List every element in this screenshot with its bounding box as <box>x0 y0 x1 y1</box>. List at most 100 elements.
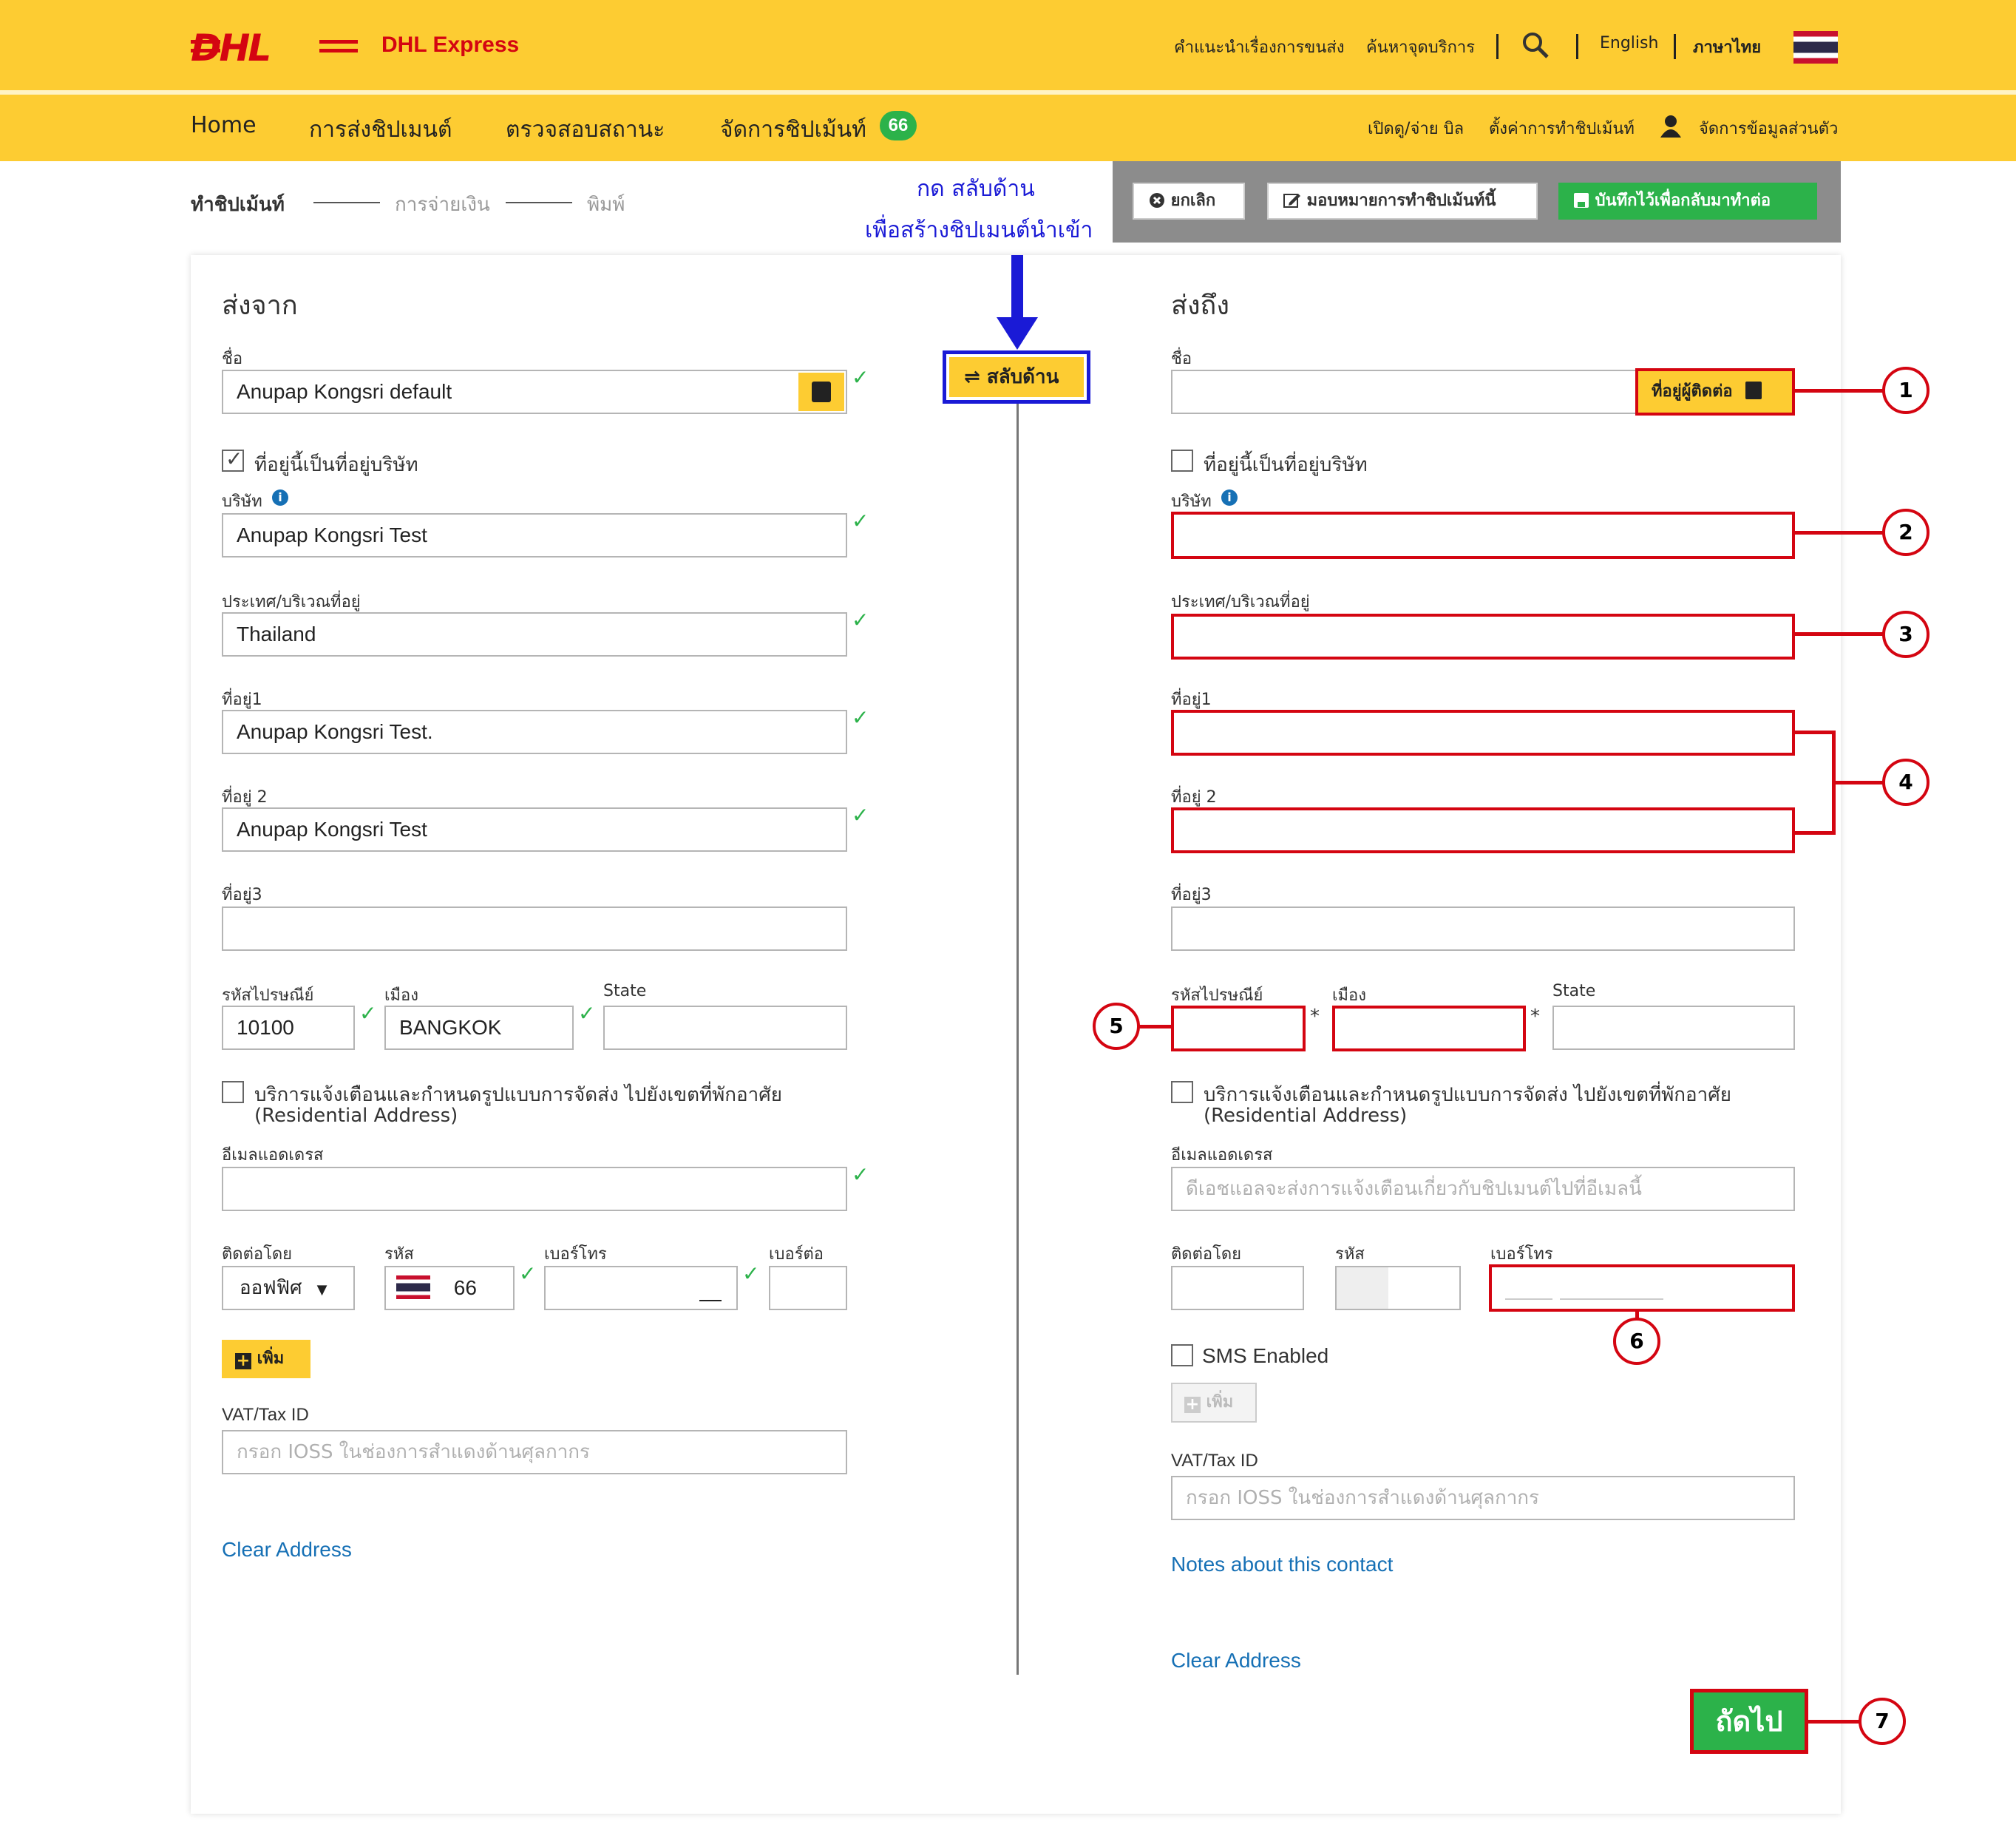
step-print: พิมพ์ <box>587 194 625 216</box>
nav-track[interactable]: ตรวจสอบสถานะ <box>506 112 665 147</box>
from-phone-input[interactable] <box>544 1266 738 1310</box>
from-add-phone-button[interactable]: + เพิ่ม <box>222 1340 310 1378</box>
to-vat-label: VAT/Tax ID <box>1171 1451 1258 1471</box>
valid-check-icon: ✓ <box>578 1001 596 1026</box>
to-clear-address-link[interactable]: Clear Address <box>1171 1649 1301 1673</box>
language-english[interactable]: English <box>1600 34 1658 52</box>
to-add-phone-button[interactable]: + เพิ่ม <box>1171 1383 1257 1423</box>
contact-card-icon <box>812 382 831 402</box>
nav-shipping-settings[interactable]: ตั้งค่าการทำชิปเม้นท์ <box>1489 115 1635 141</box>
edit-icon <box>1283 194 1300 208</box>
nav-view-pay-bill[interactable]: เปิดดู/จ่าย บิล <box>1368 115 1464 141</box>
from-name-input[interactable]: Anupap Kongsri default <box>222 370 847 414</box>
nav-home[interactable]: Home <box>191 112 257 138</box>
from-address3-label: ที่อยู่3 <box>222 886 262 904</box>
language-thai[interactable]: ภาษาไทย <box>1693 34 1761 60</box>
thai-flag-icon <box>396 1275 430 1299</box>
cancel-button[interactable]: ยกเลิก <box>1133 183 1245 220</box>
to-company-checkbox-label: ที่อยู่นี้เป็นที่อยู่บริษัท <box>1204 454 1368 476</box>
from-city-label: เมือง <box>384 986 418 1005</box>
from-city-input[interactable]: BANGKOK <box>384 1006 574 1050</box>
from-email-input[interactable] <box>222 1167 847 1211</box>
user-icon[interactable] <box>1659 114 1683 138</box>
required-mark: * <box>1310 1006 1320 1028</box>
from-address1-label: ที่อยู่1 <box>222 691 262 709</box>
from-country-input[interactable]: Thailand <box>222 612 847 657</box>
swap-sides-button[interactable]: ⇌ สลับด้าน <box>949 357 1084 397</box>
from-vat-input[interactable]: กรอก IOSS ในช่องการสำแดงด้านศุลกากร <box>222 1430 847 1474</box>
search-icon[interactable] <box>1521 31 1550 59</box>
to-sms-checkbox[interactable] <box>1171 1344 1193 1366</box>
from-address2-input[interactable]: Anupap Kongsri Test <box>222 807 847 852</box>
from-clear-address-link[interactable]: Clear Address <box>222 1538 352 1562</box>
to-postcode-input[interactable] <box>1171 1006 1306 1051</box>
to-city-input[interactable] <box>1332 1006 1526 1051</box>
from-postcode-input[interactable]: 10100 <box>222 1006 355 1050</box>
from-ext-input[interactable] <box>769 1266 847 1310</box>
to-address1-input[interactable] <box>1171 710 1795 756</box>
column-divider <box>1017 403 1019 1675</box>
valid-check-icon: ✓ <box>742 1261 760 1286</box>
valid-check-icon: ✓ <box>519 1261 537 1286</box>
to-state-input[interactable] <box>1552 1006 1795 1050</box>
assign-shipment-button[interactable]: มอบหมายการทำชิปเม้นท์นี้ <box>1267 183 1538 220</box>
from-phone-label: เบอร์โทร <box>544 1245 607 1264</box>
to-name-label: ชื่อ <box>1171 350 1192 368</box>
from-address3-input[interactable] <box>222 906 847 951</box>
to-notes-link[interactable]: Notes about this contact <box>1171 1553 1393 1576</box>
from-company-input[interactable]: Anupap Kongsri Test <box>222 513 847 558</box>
to-address-book-button[interactable]: ที่อยู่ผู้ติดต่อ <box>1635 368 1795 416</box>
plus-icon: + <box>235 1352 251 1370</box>
to-phone-input[interactable] <box>1489 1264 1795 1312</box>
to-company-checkbox[interactable] <box>1171 450 1193 472</box>
callout-4: 4 <box>1882 759 1930 806</box>
nav-profile[interactable]: จัดการข้อมูลส่วนตัว <box>1699 115 1838 141</box>
to-title: ส่งถึง <box>1171 291 1229 321</box>
to-company-label: บริษัท <box>1171 492 1212 511</box>
valid-check-icon: ✓ <box>852 509 869 533</box>
valid-check-icon: ✓ <box>852 803 869 827</box>
thai-flag-icon[interactable] <box>1793 31 1838 64</box>
shipping-guide-link[interactable]: คำแนะนำเรื่องการขนส่ง <box>1174 34 1345 60</box>
required-mark: * <box>1530 1006 1540 1028</box>
from-country-label: ประเทศ/บริเวณที่อยู่ <box>222 593 361 611</box>
to-code-input[interactable] <box>1335 1266 1461 1310</box>
to-contact-label: ติดต่อโดย <box>1171 1245 1242 1264</box>
from-address1-input[interactable]: Anupap Kongsri Test. <box>222 710 847 754</box>
next-button[interactable]: ถัดไป <box>1690 1689 1808 1754</box>
annotation-line-2: เพื่อสร้างชิปเมนต์นำเข้า <box>865 217 1093 243</box>
step-create-shipment: ทำชิปเม้นท์ <box>191 194 285 216</box>
from-address2-label: ที่อยู่ 2 <box>222 788 268 807</box>
from-state-input[interactable] <box>603 1006 847 1050</box>
from-code-input[interactable]: 66 <box>384 1266 515 1310</box>
nav-ship[interactable]: การส่งชิปเมนต์ <box>309 112 452 147</box>
to-address3-input[interactable] <box>1171 906 1795 951</box>
callout-5: 5 <box>1093 1003 1140 1050</box>
to-vat-input[interactable]: กรอก IOSS ในช่องการสำแดงด้านศุลกากร <box>1171 1476 1795 1520</box>
from-company-checkbox[interactable]: ✓ <box>222 447 244 472</box>
to-code-label: รหัส <box>1335 1245 1365 1264</box>
to-country-input[interactable] <box>1171 614 1795 660</box>
from-address-book-button[interactable] <box>798 373 844 411</box>
nav-manage-shipments[interactable]: จัดการชิปเม้นท์ <box>720 112 866 147</box>
find-service-point-link[interactable]: ค้นหาจุดบริการ <box>1366 34 1475 60</box>
from-contact-select[interactable]: ออฟฟิศ ▼ <box>222 1266 355 1310</box>
to-contact-select[interactable] <box>1171 1266 1304 1310</box>
info-icon[interactable]: i <box>272 489 288 506</box>
to-sms-label: SMS Enabled <box>1202 1344 1329 1367</box>
to-country-label: ประเทศ/บริเวณที่อยู่ <box>1171 593 1310 611</box>
to-address2-input[interactable] <box>1171 807 1795 853</box>
close-circle-icon <box>1150 193 1164 208</box>
from-title: ส่งจาก <box>222 291 298 321</box>
to-residential-checkbox[interactable] <box>1171 1081 1193 1103</box>
save-for-later-button[interactable]: บันทึกไว้เพื่อกลับมาทำต่อ <box>1558 183 1817 220</box>
callout-6: 6 <box>1613 1318 1660 1365</box>
dropdown-arrow-icon: ▼ <box>316 1282 327 1298</box>
valid-check-icon: ✓ <box>852 705 869 730</box>
info-icon[interactable]: i <box>1221 489 1238 506</box>
from-residential-checkbox[interactable] <box>222 1081 244 1103</box>
to-company-input[interactable] <box>1171 512 1795 559</box>
to-email-input[interactable]: ดีเอชแอลจะส่งการแจ้งเตือนเกี่ยวกับชิปเมน… <box>1171 1167 1795 1211</box>
from-company-checkbox-label: ที่อยู่นี้เป็นที่อยู่บริษัท <box>254 454 418 476</box>
annotation-arrow <box>997 255 1038 350</box>
